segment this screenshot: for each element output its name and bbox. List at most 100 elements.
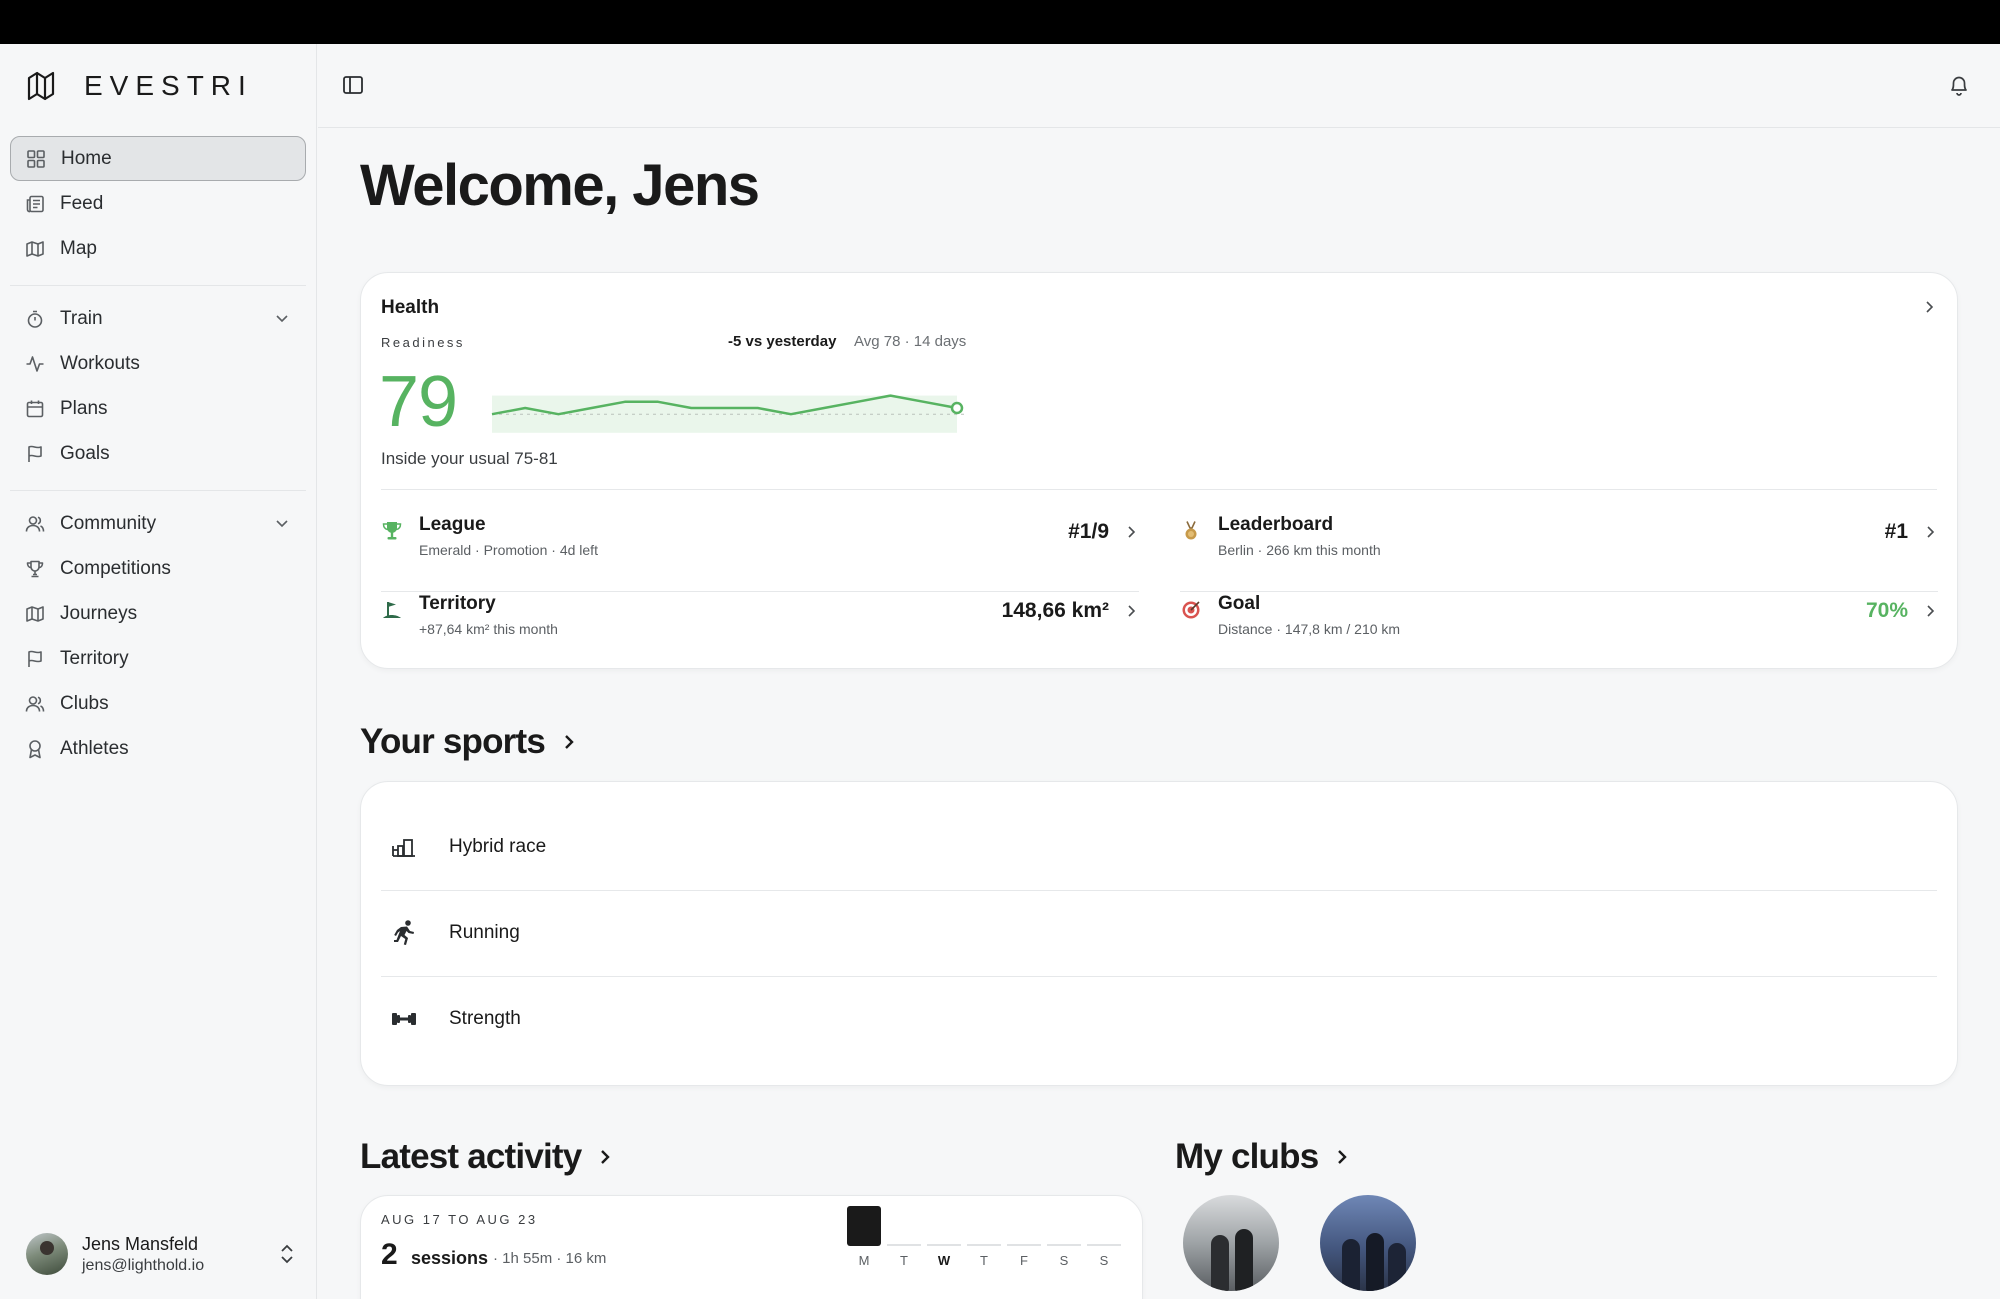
club-avatar[interactable] [1183,1195,1279,1291]
sidebar-group-label: Community [60,512,157,534]
system-top-bar [0,0,2000,44]
brand-name: EVESTRI [84,70,253,101]
chevron-right-icon [1128,605,1136,617]
chevron-right-icon [1338,1150,1348,1164]
dumbbell-icon [392,1013,416,1025]
stat-value: 148,66 km² [1001,599,1109,622]
sidebar-item-map[interactable]: Map [10,226,306,271]
day-label: S [1059,1253,1069,1268]
brand[interactable]: EVESTRI [26,70,253,102]
week-day: S [1087,1200,1121,1280]
readiness-label: Readiness [381,335,465,350]
stat-territory[interactable]: Territory +87,64 km² this month 148,66 k… [381,579,1139,657]
sports-title: Your sports [360,722,546,761]
stat-name: Goal [1218,593,1261,614]
sidebar-item-athletes[interactable]: Athletes [10,726,306,771]
sidebar-item-label: Competitions [60,557,171,579]
sport-row-strength[interactable]: Strength [381,976,1937,1062]
sport-label: Hybrid race [449,836,547,857]
activity-sessions-label: sessions [411,1248,489,1268]
sidebar-toggle-icon[interactable] [342,74,364,96]
activity-card[interactable]: AUG 17 TO AUG 23 2 sessions · 1h 55m · 1… [360,1195,1143,1299]
stat-goal[interactable]: Goal Distance · 147,8 km / 210 km 70% [1180,579,1938,657]
clubs-heading[interactable]: My clubs [1175,1137,1352,1177]
day-label: M [858,1253,870,1268]
sidebar-item-territory[interactable]: Territory [10,636,306,681]
club-photo-figure [1235,1229,1253,1291]
target-icon [1182,601,1200,619]
chevron-right-icon [565,735,574,749]
chevron-up-down-icon [281,1244,293,1264]
sport-row-running[interactable]: Running [381,890,1937,976]
sidebar-item-plans[interactable]: Plans [10,386,306,431]
sidebar-item-competitions[interactable]: Competitions [10,546,306,591]
flag-icon [24,443,46,465]
sidebar-item-journeys[interactable]: Journeys [10,591,306,636]
grid-icon [25,148,47,170]
day-bar [1087,1244,1121,1246]
activity-title: Latest activity [360,1137,582,1176]
sidebar-divider [10,490,306,491]
clubs-title: My clubs [1175,1137,1319,1176]
club-photo-figure [1388,1243,1406,1291]
readiness-sparkline [491,394,965,433]
page-title: Welcome, Jens [360,153,760,218]
users-icon [24,513,46,535]
activity-count: 2 [381,1238,398,1271]
club-photo-figure [1366,1233,1384,1291]
nav-community: Community Competitions Journeys Territor… [10,501,306,771]
sidebar-item-clubs[interactable]: Clubs [10,681,306,726]
week-day: W [927,1200,961,1280]
sidebar-item-workouts[interactable]: Workouts [10,341,306,386]
day-bar [847,1206,881,1246]
week-day: T [887,1200,921,1280]
sport-row-hybrid-race[interactable]: Hybrid race [381,804,1937,890]
week-day: S [1047,1200,1081,1280]
activity-heading[interactable]: Latest activity [360,1137,615,1177]
chevron-right-icon[interactable] [1921,299,1937,315]
sidebar-item-goals[interactable]: Goals [10,431,306,476]
day-label: W [937,1253,951,1268]
sidebar-item-feed[interactable]: Feed [10,181,306,226]
chevron-down-icon [276,520,288,528]
sidebar-item-home[interactable]: Home [10,136,306,181]
chevron-down-icon [276,315,288,323]
map-icon [24,238,46,260]
day-bar [1007,1244,1041,1246]
stat-name: Territory [419,593,496,614]
readiness-current-point [950,401,964,415]
sidebar-group-train[interactable]: Train [10,296,306,341]
sport-label: Running [449,922,520,943]
week-day: T [967,1200,1001,1280]
week-day: F [1007,1200,1041,1280]
health-title[interactable]: Health [381,297,439,319]
readiness-delta: -5 vs yesterday [728,333,837,350]
newspaper-icon [24,193,46,215]
chevron-right-icon [601,1150,611,1164]
avatar [26,1233,68,1275]
flag-icon [24,648,46,670]
day-label: T [980,1253,988,1268]
stat-sub: Emerald · Promotion · 4d left [419,542,598,558]
sidebar-item-label: Plans [60,397,108,419]
readiness-range-note: Inside your usual 75-81 [381,449,558,468]
stat-league[interactable]: League Emerald · Promotion · 4d left #1/… [381,500,1139,578]
calendar-icon [24,398,46,420]
sidebar-item-label: Goals [60,442,110,464]
stat-leaderboard[interactable]: Leaderboard Berlin · 266 km this month #… [1180,500,1938,578]
user-menu[interactable]: Jens Mansfeld jens@lighthold.io [26,1229,296,1279]
stat-value: 70% [1865,599,1908,622]
sidebar-item-label: Territory [60,647,129,669]
sidebar-item-label: Journeys [60,602,138,624]
stat-sub: +87,64 km² this month [419,621,558,637]
sports-heading[interactable]: Your sports [360,722,579,762]
bell-icon[interactable] [1948,73,1970,97]
sports-card: Hybrid race Running Strength [360,781,1958,1086]
week-day: M [847,1200,881,1280]
map-icon [24,603,46,625]
sidebar-group-community[interactable]: Community [10,501,306,546]
club-avatar[interactable] [1320,1195,1416,1291]
sidebar-item-label: Clubs [60,692,109,714]
chevron-right-icon [1128,526,1136,538]
club-photo-figure [1342,1239,1360,1291]
